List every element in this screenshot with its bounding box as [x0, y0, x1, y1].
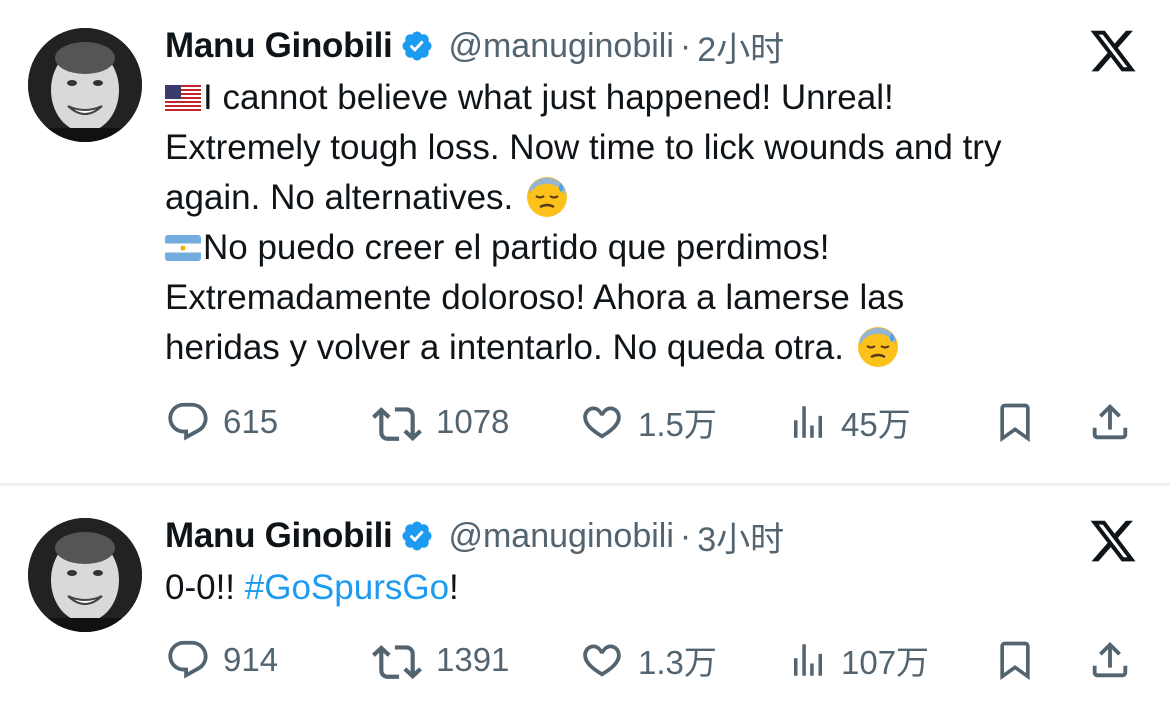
us-flag — [165, 85, 201, 111]
heart-icon — [583, 406, 621, 439]
handle[interactable]: @manuginobili — [448, 27, 673, 66]
action-bar: 615 1078 1.5万 45万 — [165, 394, 1140, 450]
views-icon — [794, 644, 822, 676]
tweet[interactable]: Manu Ginobili @manuginobili · 2小时 I cann… — [0, 0, 1170, 484]
bookmark-button[interactable] — [993, 394, 1037, 450]
reply-count: 914 — [223, 641, 279, 678]
tweet[interactable]: Manu Ginobili @manuginobili · 3小时 0-0!! … — [0, 486, 1170, 719]
tweet-line-text: heridas y volver a intentarlo. No queda … — [165, 328, 844, 367]
like-count: 1.5万 — [638, 406, 717, 443]
tweet-text: 0-0!! #GoSpursGo! — [165, 563, 1145, 613]
tweet-line-text: I cannot believe what just happened! Unr… — [203, 78, 894, 117]
share-button[interactable] — [1087, 632, 1133, 688]
views-button[interactable]: 45万 — [787, 394, 911, 450]
verified-badge-icon — [402, 31, 432, 61]
avatar[interactable] — [28, 28, 142, 142]
share-icon — [1092, 641, 1128, 678]
reply-icon — [168, 402, 208, 441]
reply-button[interactable]: 615 — [165, 394, 278, 450]
separator-dot: · — [679, 26, 692, 65]
separator-dot: · — [679, 516, 692, 555]
retweet-count: 1078 — [436, 403, 510, 440]
timestamp[interactable]: 3小时 — [697, 512, 784, 561]
reply-count: 615 — [223, 403, 279, 440]
tweet-line: Extremely tough loss. Now time to lick w… — [165, 123, 1145, 173]
argentina-flag — [165, 235, 201, 261]
avatar-photo — [28, 518, 142, 632]
tweet-line-text: Extremadamente doloroso! Ahora a lamerse… — [165, 278, 905, 317]
downcast-sweat-emoji — [527, 177, 568, 217]
tweet-header: Manu Ginobili @manuginobili · 3小时 — [165, 512, 784, 561]
tweet-feed: Manu Ginobili @manuginobili · 2小时 I cann… — [0, 0, 1170, 719]
views-count: 45万 — [841, 406, 911, 443]
like-button[interactable]: 1.5万 — [578, 394, 717, 450]
bookmark-button[interactable] — [993, 632, 1037, 688]
tweet-line-text: No puedo creer el partido que perdimos! — [203, 228, 830, 267]
display-name[interactable]: Manu Ginobili — [165, 516, 393, 556]
tweet-header: Manu Ginobili @manuginobili · 2小时 — [165, 22, 784, 71]
like-button[interactable]: 1.3万 — [578, 632, 717, 688]
tweet-line: I cannot believe what just happened! Unr… — [165, 73, 1145, 123]
tweet-line: again. No alternatives. — [165, 173, 1145, 223]
views-button[interactable]: 107万 — [787, 632, 929, 688]
downcast-sweat-emoji — [858, 327, 898, 367]
reply-button[interactable]: 914 — [165, 632, 278, 688]
action-bar: 914 1391 1.3万 107万 — [165, 632, 1140, 688]
heart-icon — [583, 644, 621, 677]
tweet-line-text: again. No alternatives. — [165, 178, 514, 217]
share-icon — [1092, 403, 1128, 440]
verified-badge-icon — [402, 521, 432, 551]
like-count: 1.3万 — [638, 644, 717, 681]
retweet-icon — [372, 645, 422, 680]
x-logo-icon — [1090, 30, 1136, 72]
display-name[interactable]: Manu Ginobili — [165, 26, 393, 66]
avatar[interactable] — [28, 518, 142, 632]
retweet-button[interactable]: 1391 — [370, 632, 509, 688]
tweet-line-text: 0-0!! — [165, 568, 245, 607]
views-icon — [794, 406, 822, 438]
hashtag-link[interactable]: #GoSpursGo — [245, 568, 449, 607]
handle[interactable]: @manuginobili — [448, 517, 673, 556]
tweet-line: heridas y volver a intentarlo. No queda … — [165, 323, 1145, 373]
retweet-button[interactable]: 1078 — [370, 394, 509, 450]
tweet-line: No puedo creer el partido que perdimos! — [165, 223, 1145, 273]
views-count: 107万 — [841, 644, 930, 681]
reply-icon — [168, 640, 208, 679]
tweet-line-text: Extremely tough loss. Now time to lick w… — [165, 128, 1002, 167]
share-button[interactable] — [1087, 394, 1133, 450]
bookmark-icon — [1000, 403, 1030, 443]
retweet-icon — [372, 407, 422, 442]
x-logo-icon — [1090, 520, 1136, 562]
tweet-line: Extremadamente doloroso! Ahora a lamerse… — [165, 273, 1145, 323]
tweet-text: I cannot believe what just happened! Unr… — [165, 73, 1145, 373]
tweet-line: 0-0!! #GoSpursGo! — [165, 563, 1145, 613]
avatar-photo — [28, 28, 142, 142]
bookmark-icon — [1000, 641, 1030, 681]
retweet-count: 1391 — [436, 641, 510, 678]
timestamp[interactable]: 2小时 — [697, 22, 784, 71]
tweet-line-text: ! — [449, 568, 459, 607]
